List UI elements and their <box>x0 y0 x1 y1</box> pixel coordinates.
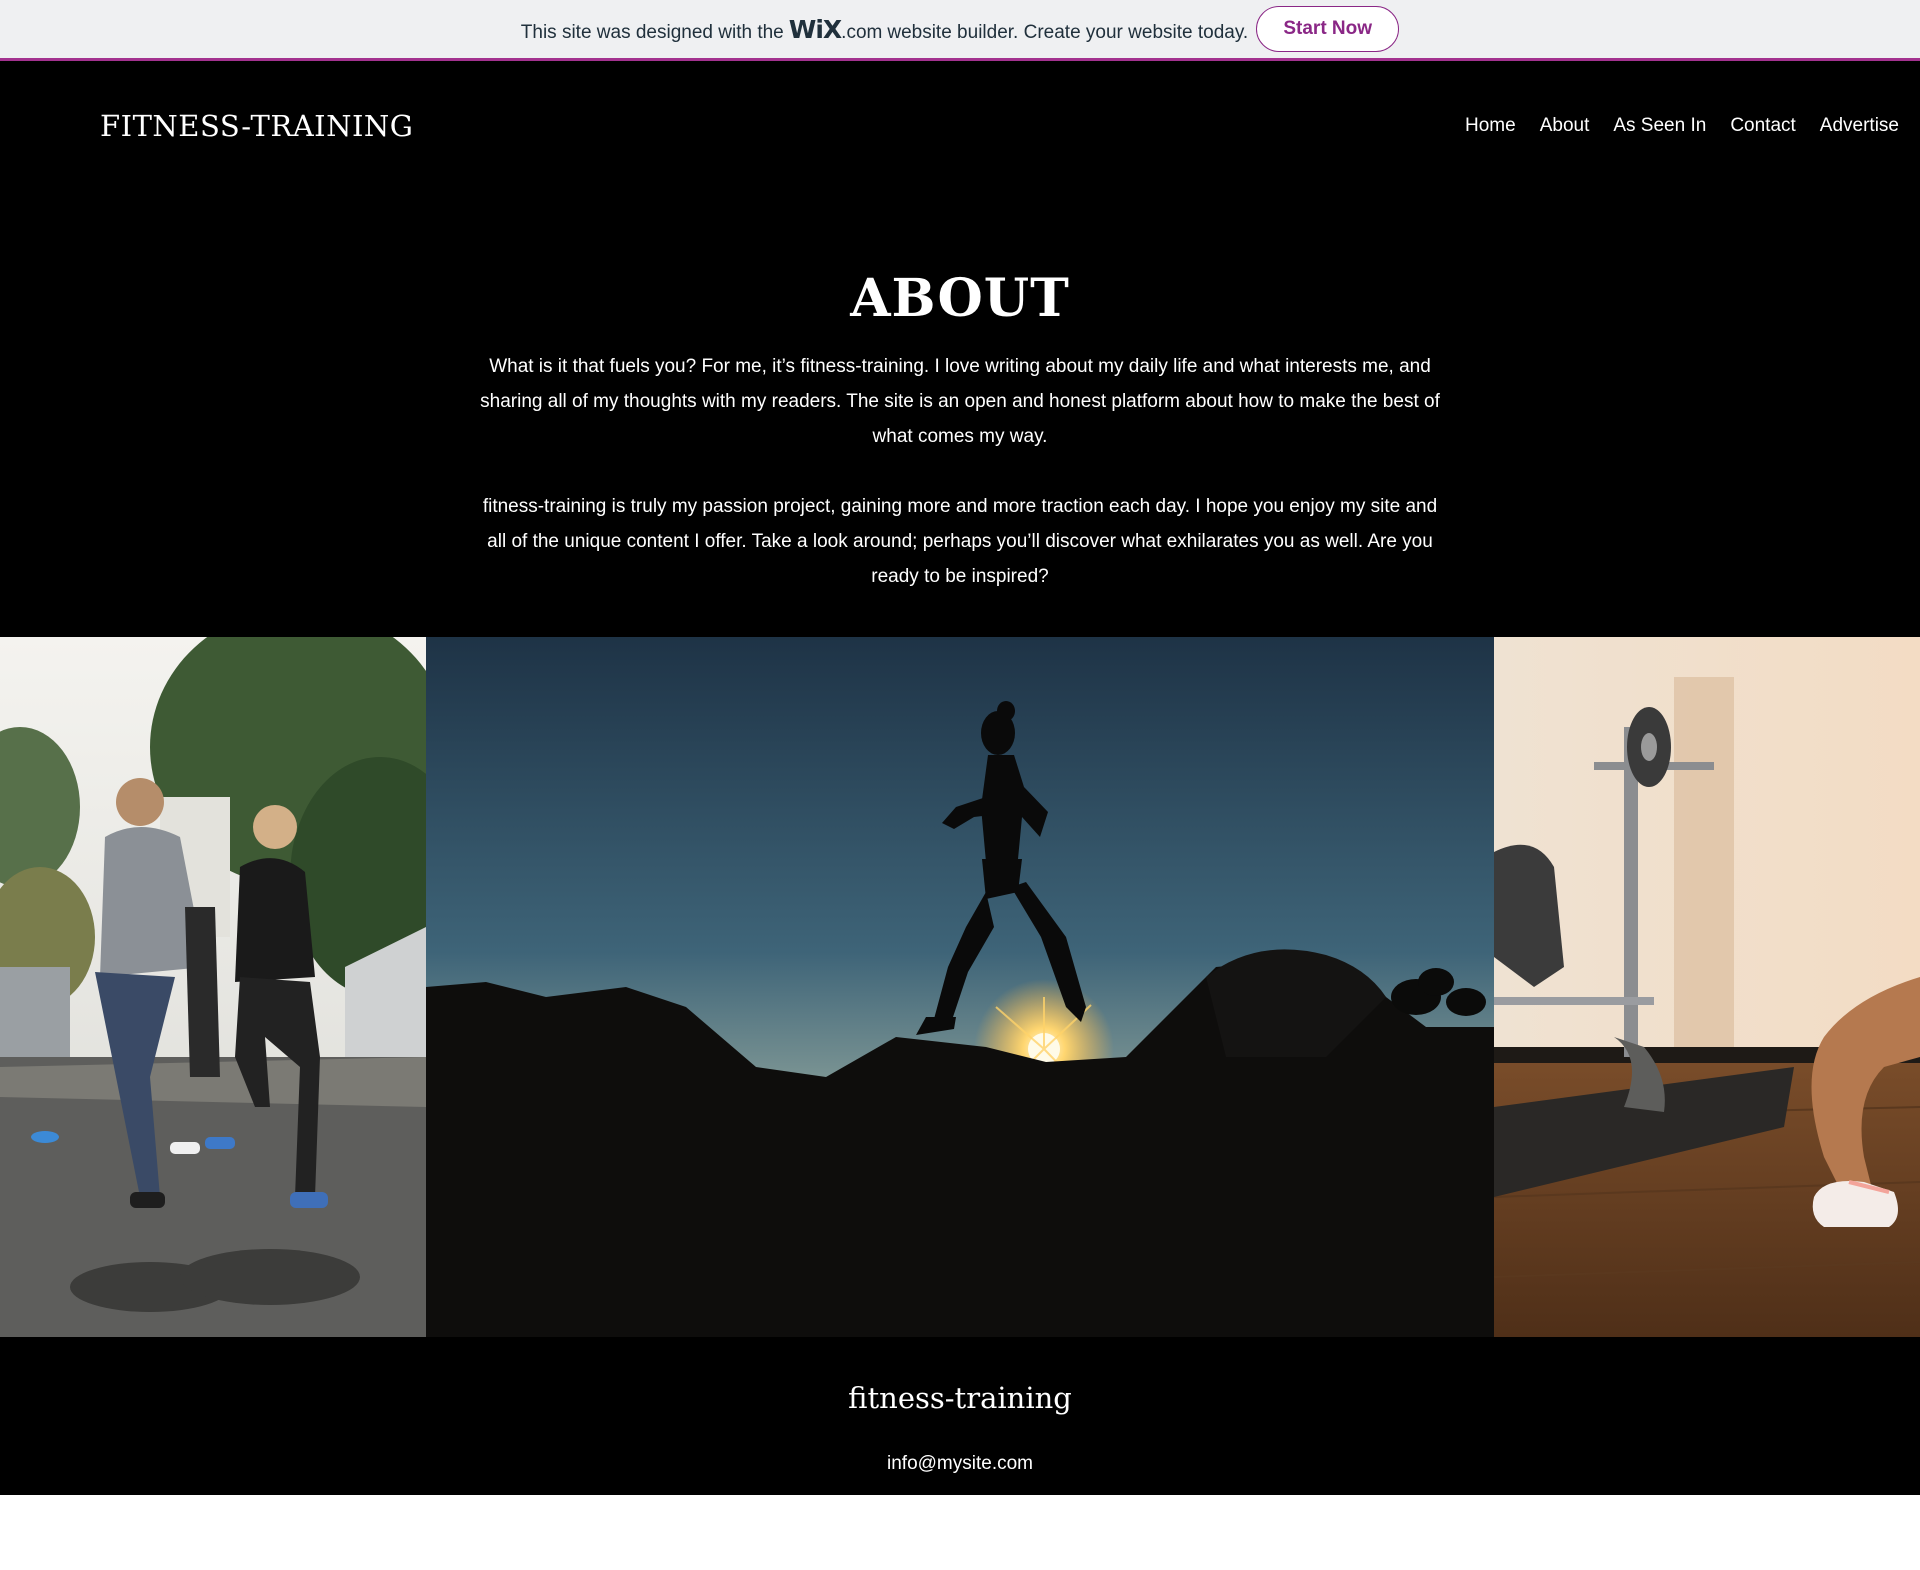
nav-item-about[interactable]: About <box>1528 115 1602 137</box>
wix-promo-message: This site was designed with the WiX .com… <box>521 15 1248 44</box>
wix-dotcom: .com <box>841 21 883 43</box>
nav-item-advertise[interactable]: Advertise <box>1808 115 1911 137</box>
nav-item-as-seen-in[interactable]: As Seen In <box>1601 115 1718 137</box>
home-gym-squat-photo <box>1494 637 1920 1337</box>
start-now-button[interactable]: Start Now <box>1256 6 1400 52</box>
wix-logo: WiX <box>788 14 842 44</box>
wix-promo-suffix: website builder. Create your website tod… <box>887 21 1249 43</box>
nav-item-contact[interactable]: Contact <box>1718 115 1807 137</box>
site-body: FITNESS-TRAINING Home About As Seen In C… <box>0 61 1920 1495</box>
wix-promo-banner: This site was designed with the WiX .com… <box>0 0 1920 61</box>
group-running-photo <box>0 637 426 1337</box>
about-heading: ABOUT <box>850 268 1070 329</box>
about-paragraph: What is it that fuels you? For me, it’s … <box>480 356 1440 447</box>
site-title[interactable]: FITNESS-TRAINING <box>100 109 413 143</box>
main-nav: Home About As Seen In Contact Advertise <box>1453 115 1911 137</box>
footer-email-link[interactable]: info@mysite.com <box>0 1453 1920 1475</box>
about-body: What is it that fuels you? For me, it’s … <box>472 349 1448 594</box>
about-paragraph: fitness-training is truly my passion pro… <box>482 496 1438 587</box>
sunset-runner-silhouette-photo <box>426 637 1494 1337</box>
image-gallery <box>0 637 1920 1337</box>
footer-site-name: fitness-training <box>848 1381 1072 1415</box>
nav-item-home[interactable]: Home <box>1453 115 1528 137</box>
wix-promo-prefix: This site was designed with the <box>520 21 784 43</box>
